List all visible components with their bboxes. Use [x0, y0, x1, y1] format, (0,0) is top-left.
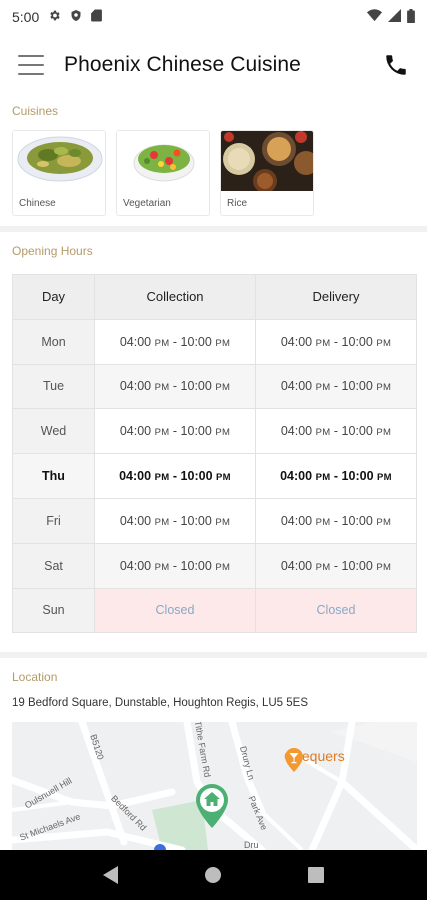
cuisine-label: Rice	[227, 198, 248, 209]
street-label: Dru	[244, 840, 259, 850]
table-row: Tue 04:00 PM - 10:00 PM 04:00 PM - 10:00…	[12, 363, 417, 410]
day-cell: Wed	[12, 408, 95, 455]
page-title: Phoenix Chinese Cuisine	[64, 53, 301, 76]
location-map[interactable]: B5120 Tithe Farm Rd Drury Ln Park Ave Be…	[12, 722, 417, 850]
column-header-day: Day	[12, 274, 95, 320]
collection-hours-cell: 04:00 PM - 10:00 PM	[94, 497, 256, 544]
cuisine-card-vegetarian[interactable]: Vegetarian	[116, 130, 210, 216]
delivery-closed-cell: Closed	[255, 587, 417, 634]
recents-icon[interactable]	[296, 855, 336, 895]
collection-hours-cell: 04:00 PM - 10:00 PM	[94, 408, 256, 455]
hamburger-menu-icon[interactable]	[18, 55, 44, 75]
delivery-hours-cell: 04:00 PM - 10:00 PM	[255, 497, 417, 544]
opening-hours-section-title: Opening Hours	[12, 244, 93, 258]
map-poi-chequers[interactable]: Chequers	[284, 748, 349, 772]
column-header-delivery: Delivery	[255, 274, 417, 320]
table-row: Wed 04:00 PM - 10:00 PM 04:00 PM - 10:00…	[12, 408, 417, 455]
back-icon[interactable]	[91, 855, 131, 895]
cuisine-card-rice[interactable]: Rice	[220, 130, 314, 216]
cuisine-list: Chinese Vegetarian Rice	[12, 130, 314, 216]
delivery-hours-cell: 04:00 PM - 10:00 PM	[255, 363, 417, 410]
delivery-hours-cell: 04:00 PM - 10:00 PM	[255, 318, 417, 365]
day-cell: Fri	[12, 497, 95, 544]
cuisine-label: Chinese	[19, 198, 56, 209]
opening-hours-table: Day Collection Delivery Mon 04:00 PM - 1…	[12, 274, 417, 634]
table-row: Fri 04:00 PM - 10:00 PM 04:00 PM - 10:00…	[12, 497, 417, 544]
status-bar: 5:00	[0, 0, 427, 34]
wifi-icon	[367, 9, 382, 25]
table-row: Sun Closed Closed	[12, 587, 417, 634]
table-header-row: Day Collection Delivery	[12, 274, 417, 320]
cuisines-section-title: Cuisines	[12, 104, 59, 118]
shield-icon	[70, 9, 82, 25]
collection-hours-cell: 04:00 PM - 10:00 PM	[94, 542, 256, 589]
status-time: 5:00	[12, 9, 40, 25]
delivery-hours-cell: 04:00 PM - 10:00 PM	[255, 453, 417, 499]
cuisine-label: Vegetarian	[123, 198, 171, 209]
section-divider	[0, 226, 427, 232]
address-text: 19 Bedford Square, Dunstable, Houghton R…	[12, 697, 308, 709]
table-row: Mon 04:00 PM - 10:00 PM 04:00 PM - 10:00…	[12, 318, 417, 365]
phone-call-icon[interactable]	[383, 52, 409, 78]
location-section-title: Location	[12, 670, 58, 684]
app-bar: Phoenix Chinese Cuisine	[0, 34, 427, 96]
section-divider	[0, 652, 427, 658]
day-cell: Sat	[12, 542, 95, 589]
collection-hours-cell: 04:00 PM - 10:00 PM	[94, 363, 256, 410]
delivery-hours-cell: 04:00 PM - 10:00 PM	[255, 542, 417, 589]
signal-icon	[388, 9, 401, 25]
table-row-today: Thu 04:00 PM - 10:00 PM 04:00 PM - 10:00…	[12, 453, 417, 499]
collection-closed-cell: Closed	[94, 587, 256, 634]
chinese-dish-image	[13, 131, 105, 191]
rice-dish-image	[221, 131, 313, 191]
day-cell: Thu	[12, 453, 95, 499]
system-navigation-bar	[0, 850, 427, 900]
delivery-hours-cell: 04:00 PM - 10:00 PM	[255, 408, 417, 455]
day-cell: Mon	[12, 318, 95, 365]
table-row: Sat 04:00 PM - 10:00 PM 04:00 PM - 10:00…	[12, 542, 417, 589]
collection-hours-cell: 04:00 PM - 10:00 PM	[94, 318, 256, 365]
collection-hours-cell: 04:00 PM - 10:00 PM	[94, 453, 256, 499]
settings-gear-icon	[48, 9, 61, 25]
vegetarian-dish-image	[117, 131, 209, 191]
day-cell: Tue	[12, 363, 95, 410]
home-icon[interactable]	[193, 855, 233, 895]
battery-icon	[407, 8, 415, 26]
column-header-collection: Collection	[94, 274, 256, 320]
day-cell: Sun	[12, 587, 95, 634]
sd-card-icon	[91, 9, 103, 25]
cuisine-card-chinese[interactable]: Chinese	[12, 130, 106, 216]
